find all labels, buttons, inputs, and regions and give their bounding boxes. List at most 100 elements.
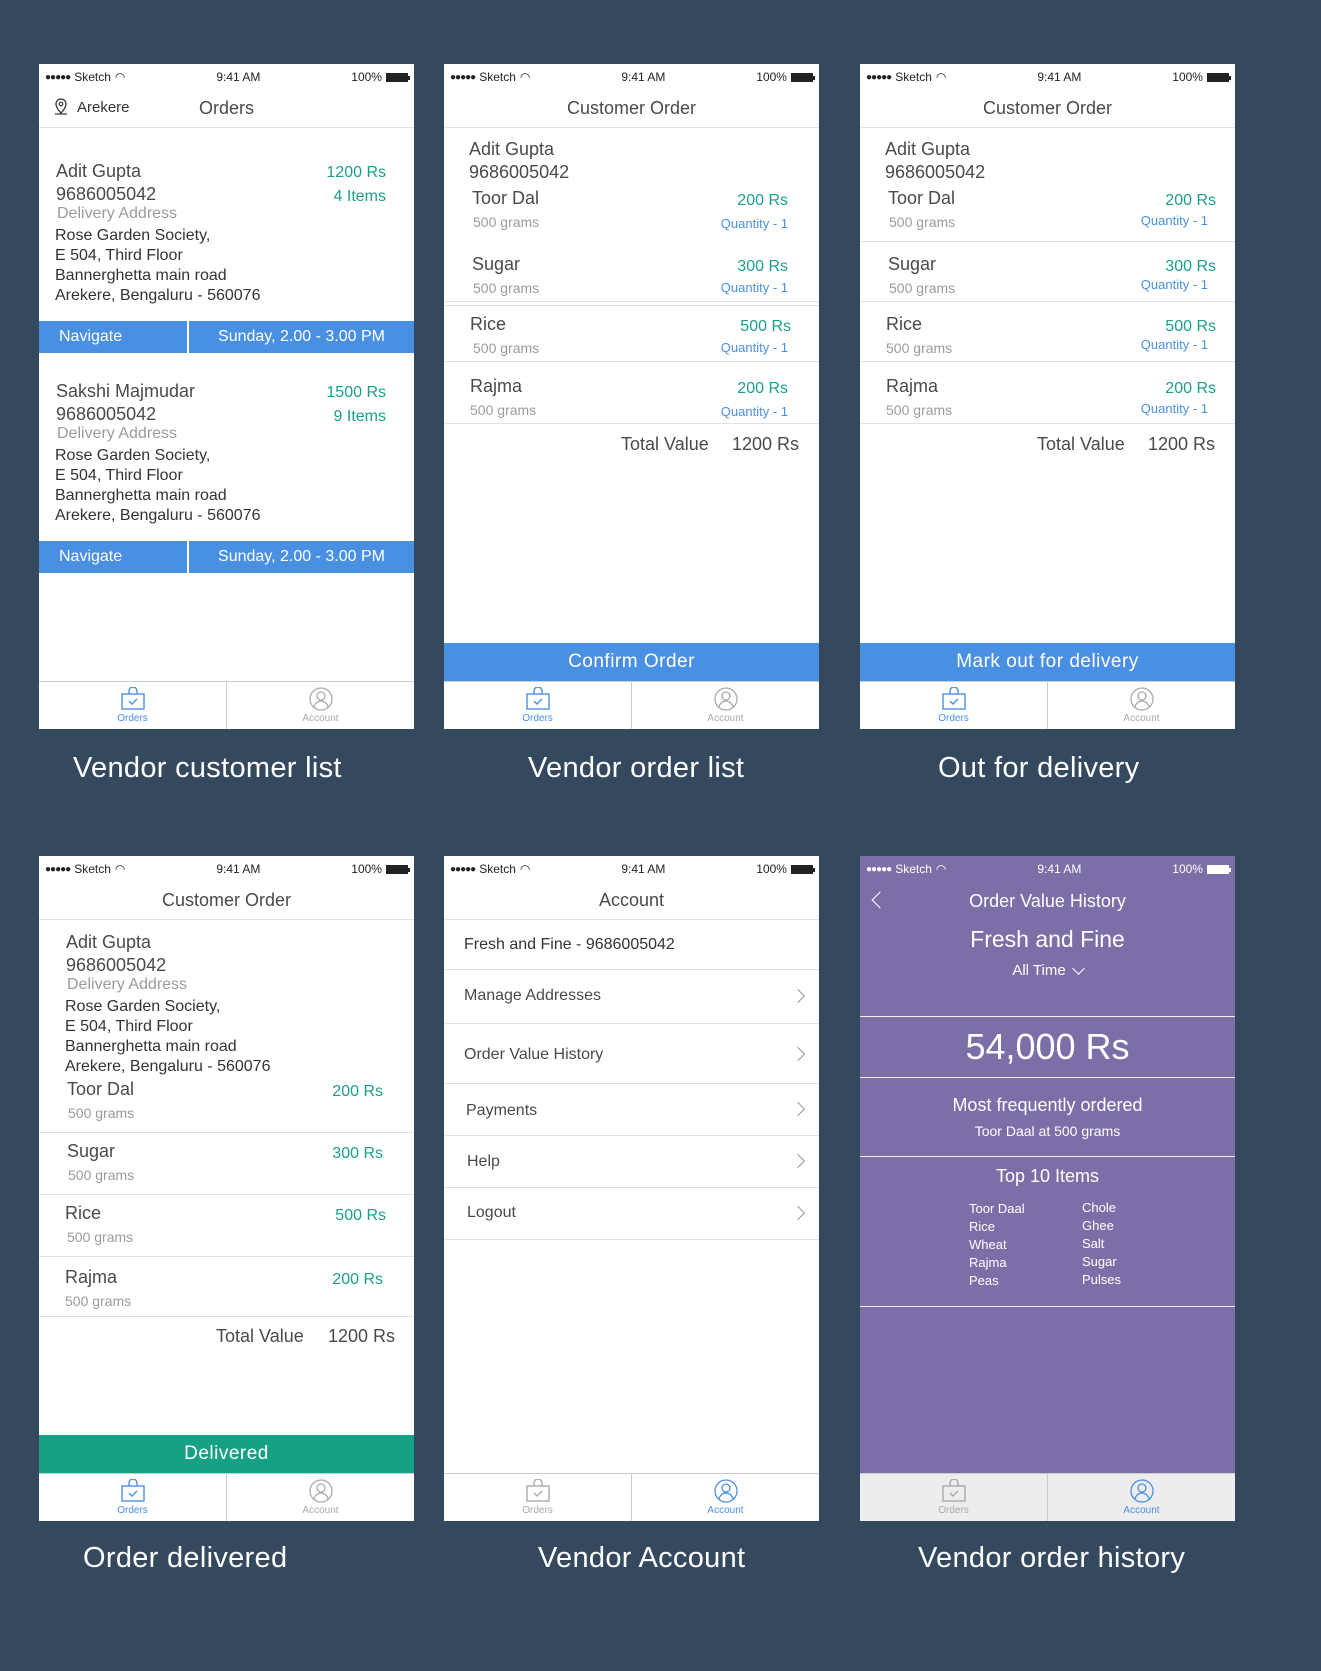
carrier-label: Sketch [479,862,516,876]
address-line: Rose Garden Society, [55,447,211,464]
tab-account[interactable]: Account [226,1474,414,1521]
tab-account[interactable]: Account [1047,682,1235,729]
order-price: 1200 Rs [326,164,386,181]
time-filter-dropdown[interactable]: All Time [860,961,1235,979]
menu-item-order-value-history[interactable]: Order Value History [444,1024,819,1084]
list-item: Toor Dal 500 grams 200 Rs [39,1079,414,1133]
chevron-right-icon [790,1153,806,1169]
tab-label: Account [1123,1505,1160,1516]
total-value: 1200 Rs [327,1326,395,1346]
screen-vendor-account: ●●●●● Sketch ◠ 9:41 AM 100% Account Fresh … [444,856,819,1521]
total-order-value: 54,000 Rs [965,1026,1130,1067]
tab-orders[interactable]: Orders [39,1474,226,1521]
battery-icon [790,72,815,82]
signal-icon: ●●●●● [450,863,476,875]
chevron-down-icon [1071,961,1085,975]
carrier-label: Sketch [895,70,932,84]
tab-orders[interactable]: Orders [444,682,631,729]
caption-order-delivered: Order delivered [83,1542,288,1574]
address-line: Rose Garden Society, [55,227,211,244]
delivered-button[interactable]: Delivered [39,1435,414,1473]
battery-icon [790,864,815,874]
user-icon [308,1479,333,1503]
list-item: Toor Dal 500 grams 200 Rs Quantity - 1 [860,184,1235,242]
tab-label: Account [707,1505,744,1516]
customer-phone: 9686005042 [469,162,570,182]
nav-bar: Customer Order [444,90,819,128]
mark-out-for-delivery-button[interactable]: Mark out for delivery [860,643,1235,681]
tab-orders[interactable]: Orders [860,682,1047,729]
item-price: 200 Rs [737,380,788,397]
carrier-label: Sketch [895,862,932,876]
signal-icon: ●●●●● [866,863,892,875]
confirm-order-button[interactable]: Confirm Order [444,643,819,681]
navigate-bar: Navigate Sunday, 2.00 - 3.00 PM [39,541,414,573]
store-name: Fresh and Fine [970,926,1125,952]
item-weight: 500 grams [886,340,953,356]
divider [860,1077,1235,1078]
address-line: E 504, Third Floor [55,467,183,484]
tab-account[interactable]: Account [631,1474,819,1521]
menu-item-manage-addresses[interactable]: Manage Addresses [444,970,819,1024]
battery-percent: 100% [351,70,382,84]
menu-label: Payments [466,1102,538,1119]
customer-card[interactable]: Adit Gupta 9686005042 1200 Rs 4 Items De… [39,128,414,348]
tab-account[interactable]: Account [226,682,414,729]
list-item: Toor Daal [969,1201,1025,1216]
item-price: 200 Rs [332,1083,383,1100]
item-quantity: Quantity - 1 [1140,213,1208,228]
item-name: Toor Dal [472,188,540,208]
customer-phone: 9686005042 [66,955,167,975]
clock: 9:41 AM [621,70,666,84]
chevron-right-icon [790,1101,806,1117]
shopping-bag-icon [525,1479,550,1502]
address-line: Rose Garden Society, [65,998,221,1015]
item-weight: 500 grams [67,1229,134,1245]
list-item: Salt [1082,1236,1105,1251]
list-item: Peas [969,1273,999,1288]
location-selector[interactable]: Arekere [53,98,130,116]
tab-label: Account [302,1505,339,1516]
list-item: Rajma 500 grams 200 Rs Quantity - 1 [444,362,819,424]
tab-account[interactable]: Account [1047,1474,1235,1521]
total-value: 1200 Rs [1147,434,1215,454]
address-line: Bannerghetta main road [65,1038,237,1055]
user-icon [1129,687,1154,711]
menu-item-logout[interactable]: Logout [444,1188,819,1240]
list-item: Sugar 500 grams 300 Rs Quantity - 1 [860,242,1235,302]
wifi-icon: ◠ [519,70,531,84]
customer-card[interactable]: Sakshi Majmudar 9686005042 1500 Rs 9 Ite… [39,348,414,568]
tab-label: Orders [522,1505,553,1516]
item-name: Sugar [472,254,521,274]
list-item: Sugar 500 grams 300 Rs [39,1133,414,1195]
tab-label: Orders [938,1505,969,1516]
top-items-right: Chole Ghee Salt Sugar Pulses [1082,1199,1121,1289]
tab-account[interactable]: Account [631,682,819,729]
tab-label: Orders [522,713,553,724]
location-pin-icon [55,98,67,115]
menu-label: Manage Addresses [464,987,601,1004]
tab-label: Account [302,713,339,724]
customer-name: Sakshi Majmudar [56,381,196,401]
menu-item-payments[interactable]: Payments [444,1084,819,1136]
address-line: E 504, Third Floor [65,1018,193,1035]
status-bar: ●●●●● Sketch ◠ 9:41 AM 100% [444,64,819,90]
navigate-button[interactable]: Navigate [39,541,189,573]
tab-bar: Orders Account [444,1473,819,1521]
nav-bar: Arekere Orders [39,90,414,128]
back-arrow-icon[interactable] [871,891,889,909]
tab-orders[interactable]: Orders [444,1474,631,1521]
tab-orders[interactable]: Orders [860,1474,1047,1521]
delivery-address: Rose Garden Society, E 504, Third Floor … [55,446,260,526]
menu-item-help[interactable]: Help [444,1136,819,1188]
page-title: Customer Order [161,890,292,910]
wifi-icon: ◠ [114,862,126,876]
tab-orders[interactable]: Orders [39,682,226,729]
total-label: Total Value [621,434,709,454]
page-title: Orders [198,98,254,118]
customer-phone: 9686005042 [56,404,157,424]
item-weight: 500 grams [68,1105,135,1121]
item-price: 200 Rs [1165,380,1216,397]
status-bar: ●●●●● Sketch ◠ 9:41 AM 100% [39,856,414,882]
battery-icon [385,864,410,874]
